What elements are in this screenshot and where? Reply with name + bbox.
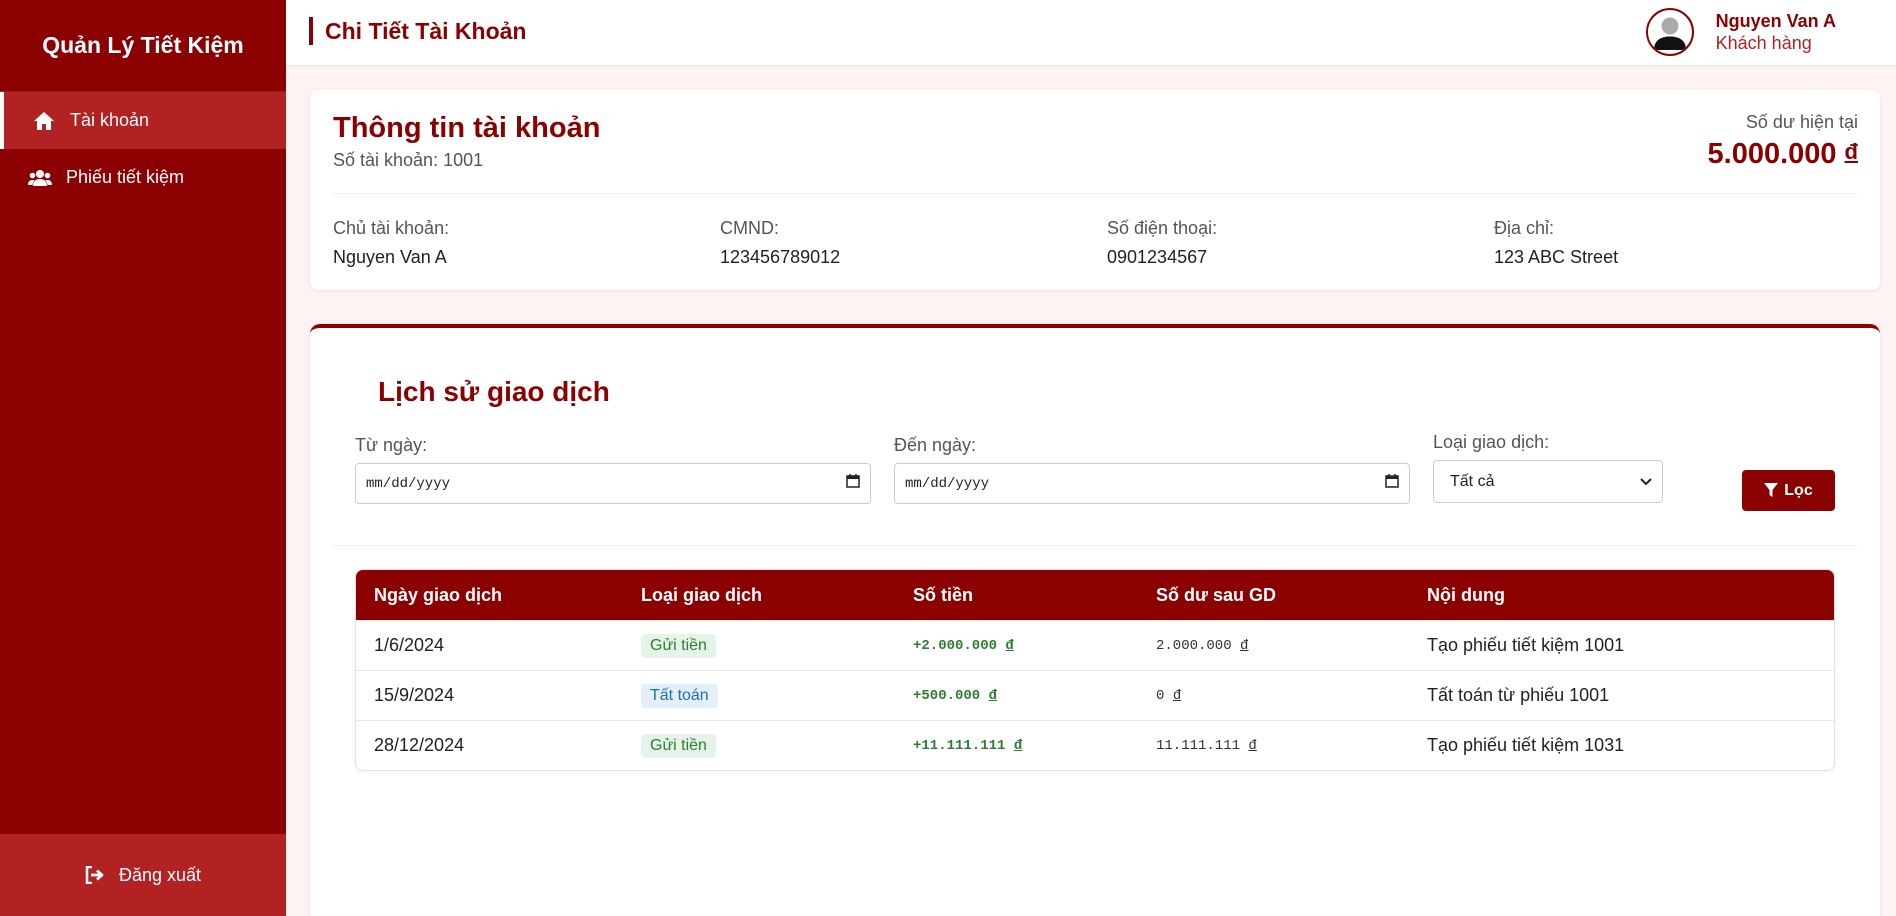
sidebar-item-savings-books[interactable]: Phiếu tiết kiệm	[0, 149, 286, 206]
users-icon	[28, 168, 52, 188]
chevron-down-icon	[1640, 473, 1652, 491]
field-id-card: CMND: 123456789012	[720, 218, 1080, 268]
transaction-type-label: Loại giao dịch:	[1433, 432, 1550, 452]
table-row: 28/12/2024 Gửi tiền +11.111.111 đ 11.111…	[356, 720, 1834, 770]
field-value: 123 ABC Street	[1494, 247, 1619, 267]
account-info-card: Thông tin tài khoản Số tài khoản: 1001 S…	[310, 90, 1880, 290]
sidebar-item-label: Tài khoản	[70, 110, 150, 130]
cell-balance: 2.000.000 đ	[1156, 638, 1427, 654]
from-date-input[interactable]: mm/dd/yyyy	[355, 463, 871, 504]
field-value: 0901234567	[1107, 247, 1208, 267]
field-label: Số điện thoại:	[1107, 218, 1218, 238]
cell-date: 28/12/2024	[374, 735, 465, 755]
user-menu[interactable]: Nguyen Van A Khách hàng	[1645, 8, 1836, 56]
cell-date: 15/9/2024	[374, 685, 455, 705]
balance-value: 0	[1156, 687, 1165, 704]
transaction-type-select[interactable]: Tất cả	[1433, 460, 1663, 503]
transaction-history-card: Lịch sử giao dịch Từ ngày: mm/dd/yyyy Đế…	[310, 324, 1880, 916]
amount-value: +2.000.000	[913, 637, 998, 654]
column-header-date: Ngày giao dịch	[374, 584, 503, 605]
divider	[333, 193, 1857, 194]
table-row: 1/6/2024 Gửi tiền +2.000.000 đ 2.000.000…	[356, 620, 1834, 670]
currency-symbol: đ	[1013, 737, 1023, 754]
calendar-icon[interactable]	[846, 474, 860, 493]
balance-value: 5.000.000 đ	[1708, 138, 1858, 171]
filter-button-label: Lọc	[1784, 481, 1813, 499]
cell-amount: +2.000.000 đ	[913, 638, 1156, 654]
status-badge: Gửi tiền	[641, 633, 716, 658]
column-header-balance: Số dư sau GD	[1156, 584, 1277, 605]
field-phone: Số điện thoại: 0901234567	[1107, 218, 1467, 268]
transactions-table: Ngày giao dịch Loại giao dịch Số tiền Số…	[355, 569, 1835, 771]
divider	[333, 545, 1857, 546]
balance-amount: 5.000.000	[1707, 138, 1837, 170]
home-icon	[32, 111, 56, 131]
sidebar: Quản Lý Tiết Kiệm Tài khoản Phiếu tiết k…	[0, 0, 286, 916]
top-header: Chi Tiết Tài Khoản Nguyen Van A Khách hà…	[286, 0, 1896, 65]
filter-icon	[1764, 483, 1779, 498]
avatar	[1645, 8, 1694, 56]
field-value: 123456789012	[720, 247, 841, 267]
table-header: Ngày giao dịch Loại giao dịch Số tiền Số…	[356, 570, 1834, 620]
currency-symbol: đ	[1172, 687, 1182, 704]
currency-symbol: đ	[1240, 637, 1249, 654]
app-title: Quản Lý Tiết Kiệm	[0, 0, 286, 92]
balance-currency: đ	[1844, 139, 1858, 164]
user-avatar-icon	[1653, 17, 1686, 50]
field-label: CMND:	[720, 218, 779, 238]
field-address: Địa chỉ: 123 ABC Street	[1494, 218, 1854, 268]
column-header-amount: Số tiền	[913, 584, 974, 605]
user-name: Nguyen Van A	[1715, 11, 1836, 31]
user-role: Khách hàng	[1715, 33, 1812, 53]
logout-button[interactable]: Đăng xuất	[0, 834, 286, 916]
currency-symbol: đ	[1248, 737, 1257, 754]
status-badge: Gửi tiền	[641, 733, 716, 758]
cell-note: Tạo phiếu tiết kiệm 1001	[1427, 635, 1625, 655]
balance-value: 2.000.000	[1156, 637, 1232, 654]
account-heading: Thông tin tài khoản	[333, 112, 601, 144]
field-value: Nguyen Van A	[333, 247, 447, 267]
sidebar-item-label: Phiếu tiết kiệm	[66, 167, 185, 187]
balance-label: Số dư hiện tại	[1745, 112, 1858, 132]
cell-balance: 11.111.111 đ	[1156, 738, 1427, 754]
status-badge: Tất toán	[641, 683, 718, 708]
logout-label: Đăng xuất	[118, 864, 202, 885]
currency-symbol: đ	[1005, 637, 1014, 654]
cell-note: Tất toán từ phiếu 1001	[1427, 685, 1610, 705]
account-number: Số tài khoản: 1001	[333, 150, 484, 170]
amount-value: +11.111.111	[913, 737, 1006, 754]
cell-note: Tạo phiếu tiết kiệm 1031	[1427, 735, 1625, 755]
column-header-type: Loại giao dịch	[641, 584, 763, 605]
filter-button[interactable]: Lọc	[1742, 470, 1835, 511]
table-row: 15/9/2024 Tất toán +500.000 đ 0 đ Tất to…	[356, 670, 1834, 720]
history-heading: Lịch sử giao dịch	[378, 376, 610, 407]
to-date-input[interactable]: mm/dd/yyyy	[894, 463, 1410, 504]
balance-value: 11.111.111	[1156, 737, 1241, 754]
cell-balance: 0 đ	[1156, 688, 1427, 704]
from-date-value: mm/dd/yyyy	[366, 475, 451, 492]
transaction-type-value: Tất cả	[1450, 472, 1495, 490]
page-title: Chi Tiết Tài Khoản	[309, 17, 526, 45]
currency-symbol: đ	[988, 687, 998, 704]
sign-out-icon	[85, 866, 105, 884]
to-date-value: mm/dd/yyyy	[905, 475, 990, 492]
field-label: Địa chỉ:	[1494, 218, 1555, 238]
calendar-icon[interactable]	[1385, 474, 1399, 493]
from-date-label: Từ ngày:	[355, 435, 428, 455]
cell-amount: +500.000 đ	[913, 688, 1156, 704]
cell-amount: +11.111.111 đ	[913, 738, 1156, 754]
field-owner: Chủ tài khoản: Nguyen Van A	[333, 218, 693, 268]
sidebar-item-accounts[interactable]: Tài khoản	[0, 92, 286, 149]
to-date-label: Đến ngày:	[894, 435, 977, 455]
cell-date: 1/6/2024	[374, 635, 445, 655]
column-header-note: Nội dung	[1427, 584, 1505, 605]
amount-value: +500.000	[913, 687, 981, 704]
field-label: Chủ tài khoản:	[333, 218, 450, 238]
